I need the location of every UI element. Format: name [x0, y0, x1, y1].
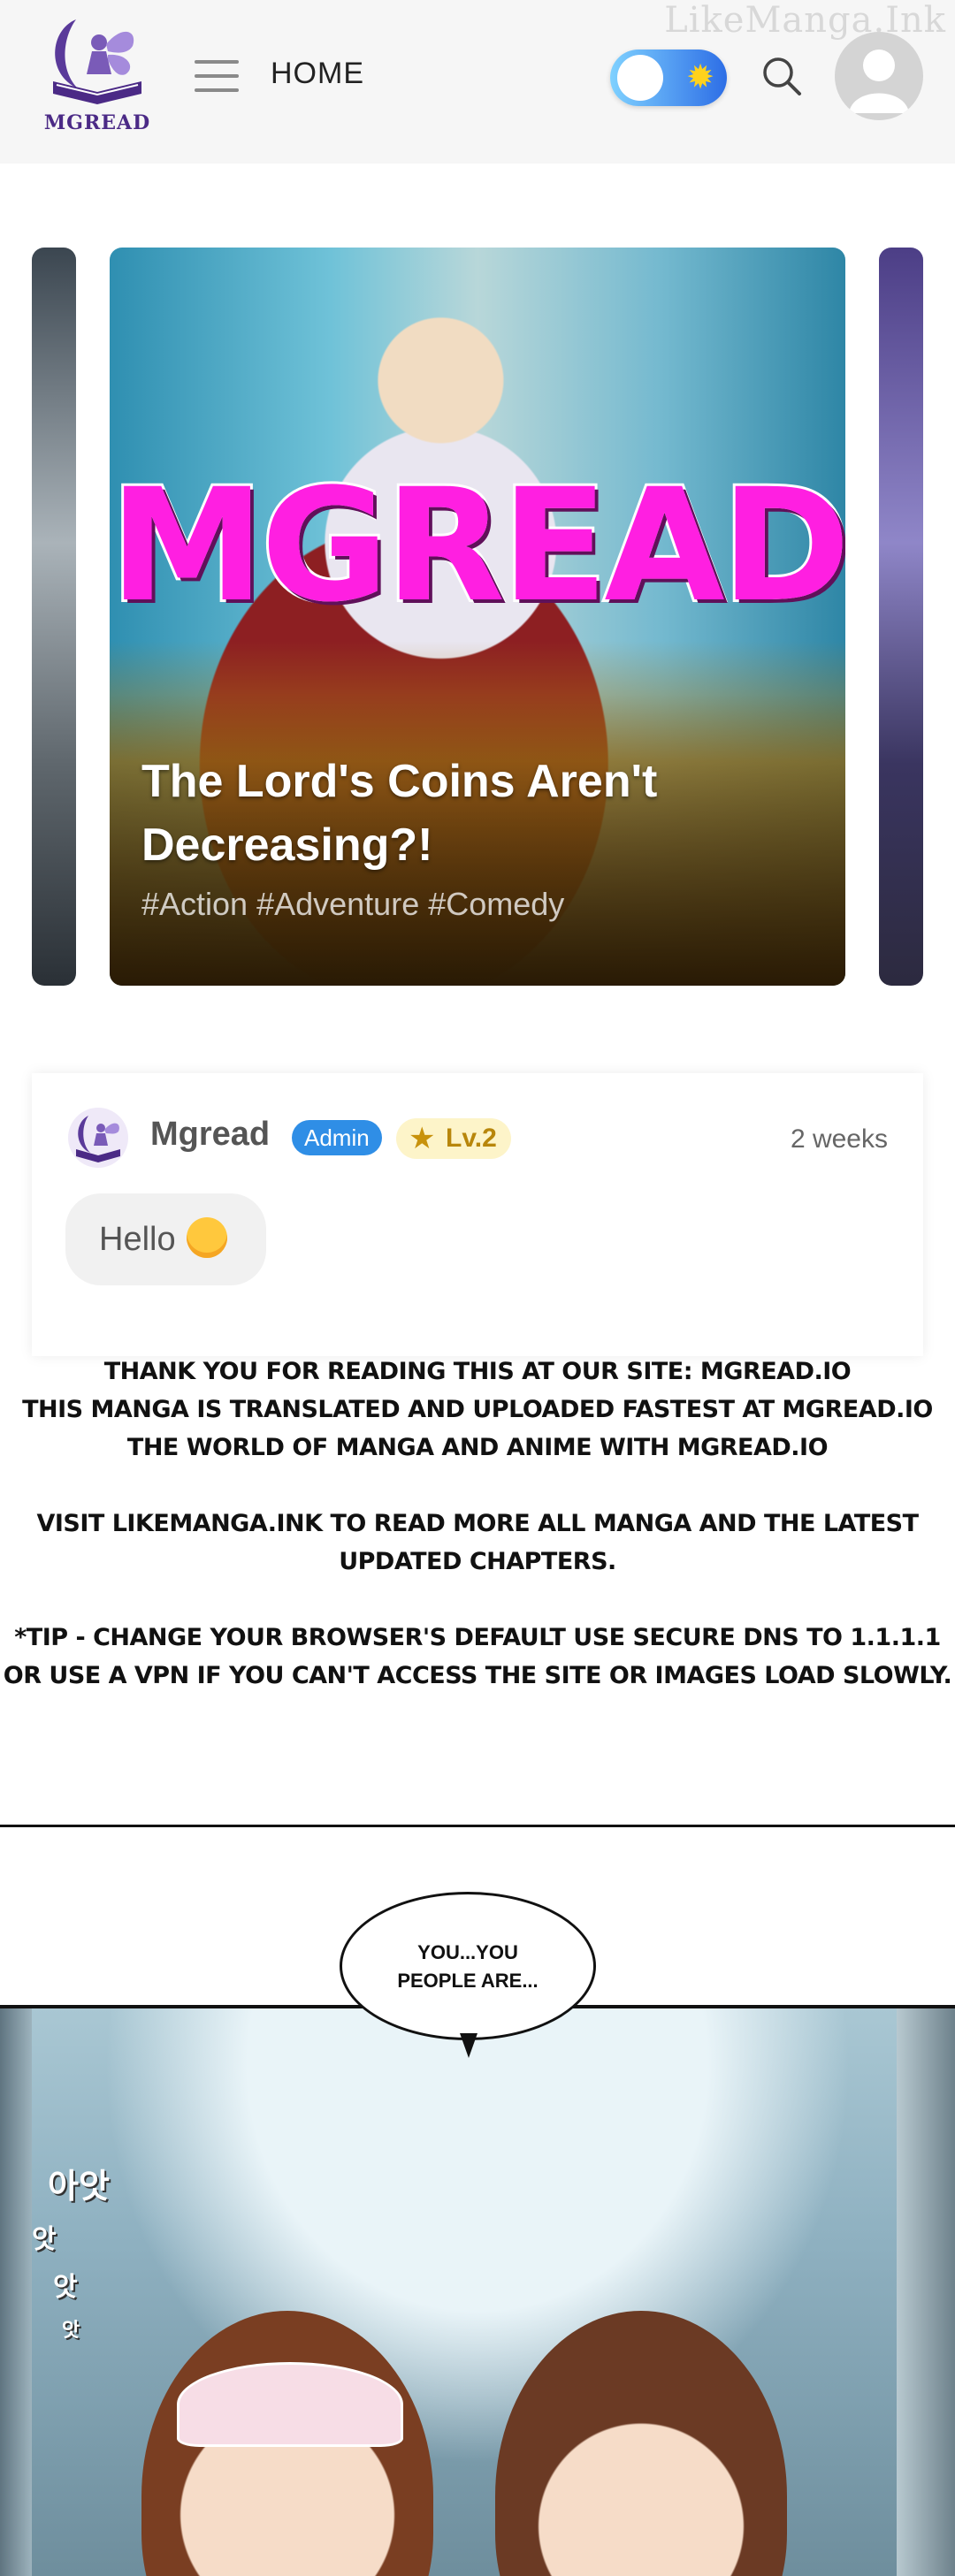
level-badge: ★ Lv.2 [396, 1118, 511, 1159]
notice-line: or use a VPN if you can't access the sit… [3, 1662, 952, 1689]
promo-watermark: MGREAD.IO [110, 455, 845, 637]
sfx-text: 앗 [62, 2320, 80, 2342]
comment-message: Hello [65, 1193, 266, 1285]
notice-line: The world of manga and anime with mgread… [126, 1434, 829, 1461]
comment-username[interactable]: Mgread [150, 1116, 270, 1154]
speech-bubble: YOU...YOU PEOPLE ARE... [340, 1892, 596, 2040]
smiling-face-with-hearts-icon [186, 1216, 227, 1258]
manga-panel: 아앗 앗 앗 앗 [0, 2005, 955, 2576]
commenter-avatar-icon[interactable] [67, 1107, 129, 1169]
level-label: Lv.2 [446, 1124, 497, 1153]
star-icon: ★ [409, 1122, 436, 1155]
comment-timestamp: 2 weeks [790, 1124, 888, 1154]
comment-text: Hello [99, 1221, 176, 1258]
site-logo[interactable]: MGREAD [35, 12, 159, 145]
carousel-slide-previous[interactable] [32, 248, 76, 986]
user-avatar[interactable] [835, 32, 923, 120]
carousel-slide-main[interactable]: MGREAD.IO The Lord's Coins Aren't Decrea… [110, 248, 845, 986]
slide-tags: #Action #Adventure #Comedy [141, 886, 565, 922]
sfx-text: 앗 [32, 2224, 57, 2255]
admin-badge: Admin [292, 1120, 382, 1155]
speech-tail [460, 2033, 478, 2058]
fairy-book-logo-icon [53, 19, 141, 104]
notice-line: *Tip - change your browser's default use… [14, 1624, 941, 1651]
featured-carousel: MGREAD.IO The Lord's Coins Aren't Decrea… [0, 248, 955, 986]
logo-text: MGREAD [43, 111, 151, 134]
theme-toggle[interactable]: ✹ [610, 50, 727, 106]
sfx-text: 아앗 [48, 2167, 110, 2206]
sun-icon: ✹ [686, 59, 714, 96]
character-woman [495, 2311, 787, 2576]
search-icon[interactable] [760, 55, 803, 97]
hamburger-menu-icon[interactable] [195, 60, 239, 92]
site-header: MGREAD HOME ✹ LikeManga.Ink [0, 0, 955, 164]
nurse-cap [177, 2362, 403, 2447]
speech-text: YOU...YOU PEOPLE ARE... [397, 1941, 539, 1992]
divider [0, 1825, 955, 1827]
slide-title[interactable]: The Lord's Coins Aren't Decreasing?! [141, 750, 760, 877]
home-link[interactable]: HOME [271, 57, 364, 91]
toggle-knob [617, 55, 663, 101]
notice-line: Thank you for reading this at our site: … [103, 1358, 852, 1385]
sfx-text: 앗 [53, 2272, 78, 2303]
notice-line: Visit likemanga.ink to read more all man… [36, 1510, 919, 1575]
comment-card: Mgread Admin ★ Lv.2 2 weeks Hello [32, 1073, 923, 1356]
carousel-slide-next[interactable] [879, 248, 923, 986]
watermark-text: LikeManga.Ink [664, 0, 946, 41]
notice-line: This manga is translated and uploaded fa… [22, 1396, 933, 1423]
user-silhouette-icon [849, 50, 909, 113]
site-notice: Thank you for reading this at our site: … [0, 1353, 955, 1695]
